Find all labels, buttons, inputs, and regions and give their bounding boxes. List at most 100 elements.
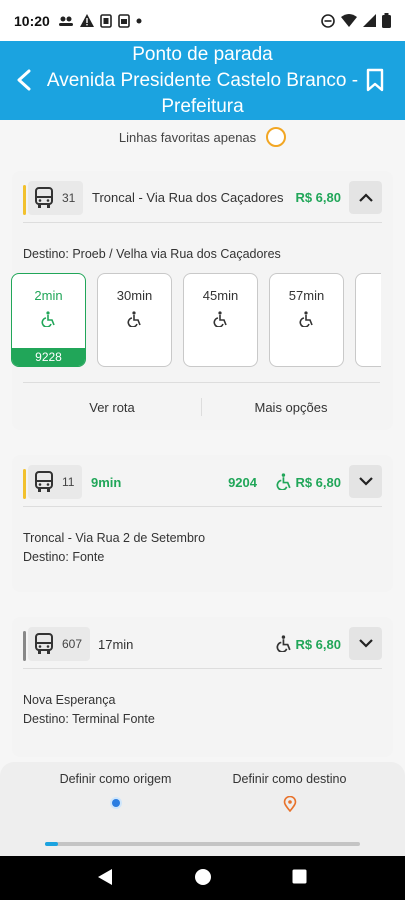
line-actions: Ver rota Mais opções bbox=[23, 392, 380, 422]
nav-home-button[interactable] bbox=[194, 868, 212, 891]
arrival-time: 2min bbox=[34, 288, 63, 303]
line-badge: 11 bbox=[28, 465, 83, 499]
chevron-down-icon bbox=[358, 639, 373, 648]
set-destination-button[interactable]: Definir como destino bbox=[212, 772, 367, 813]
line-card-header[interactable]: 11 9min 9204 R$ 6,80 bbox=[12, 455, 393, 509]
wheelchair-icon bbox=[276, 635, 293, 657]
arrival-time: 30min bbox=[116, 288, 153, 303]
view-route-button[interactable]: Ver rota bbox=[23, 400, 201, 415]
line-number: 31 bbox=[62, 191, 76, 205]
divider bbox=[23, 668, 382, 669]
more-options-button[interactable]: Mais opções bbox=[202, 400, 380, 415]
destination-text: Destino: Fonte bbox=[23, 550, 105, 564]
line-badge: 607 bbox=[28, 627, 91, 661]
arrival-card[interactable]: 45min bbox=[183, 273, 258, 367]
route-description: Troncal - Via Rua 2 de Setembro bbox=[23, 531, 206, 545]
nav-recents-button[interactable] bbox=[292, 869, 307, 889]
eta-text: 9min bbox=[91, 475, 122, 490]
sync-icon bbox=[100, 13, 112, 28]
fare-price: R$ 6,80 bbox=[295, 190, 341, 205]
line-card-header[interactable]: 31 Troncal - Via Rua dos Caçadores R$ 6,… bbox=[12, 171, 393, 225]
alert-icon bbox=[79, 14, 94, 27]
dot-icon bbox=[136, 18, 142, 23]
route-name: Troncal - Via Rua dos Caçadores bbox=[92, 190, 284, 205]
set-origin-label: Definir como origem bbox=[59, 772, 172, 786]
triangle-back-icon bbox=[98, 869, 112, 885]
line-accent bbox=[23, 469, 26, 499]
bookmark-button[interactable] bbox=[365, 68, 389, 92]
title-line-2: Avenida Presidente Castelo Branco - bbox=[46, 69, 359, 91]
fare-price: R$ 6,80 bbox=[295, 637, 341, 652]
wheelchair-icon bbox=[299, 311, 315, 332]
location-pin-icon bbox=[283, 795, 297, 813]
status-system-icons bbox=[321, 13, 391, 28]
expand-button[interactable] bbox=[349, 465, 382, 498]
line-number: 11 bbox=[62, 475, 75, 489]
arrow-left-icon bbox=[17, 69, 31, 91]
wheelchair-icon bbox=[276, 473, 293, 495]
wheelchair-icon bbox=[127, 311, 143, 332]
title-line-1: Ponto de parada bbox=[132, 43, 273, 65]
arrival-times-list[interactable]: 2min 9228 30min 45min 57min bbox=[11, 273, 381, 368]
page-title: Ponto de parada Avenida Presidente Caste… bbox=[47, 42, 358, 120]
route-description: Nova Esperança bbox=[23, 693, 116, 707]
back-button[interactable] bbox=[10, 66, 38, 94]
arrival-time: 57min bbox=[288, 288, 325, 303]
line-accent bbox=[23, 185, 26, 215]
app-header: Ponto de parada Avenida Presidente Caste… bbox=[0, 41, 405, 120]
arrival-card[interactable]: 30min bbox=[97, 273, 172, 367]
title-line-3: Prefeitura bbox=[161, 95, 244, 117]
scroll-indicator-fill bbox=[45, 842, 58, 846]
destination-text: Destino: Terminal Fonte bbox=[23, 712, 155, 726]
chevron-down-icon bbox=[358, 477, 373, 486]
nav-back-button[interactable] bbox=[97, 868, 113, 891]
circle-home-icon bbox=[195, 869, 211, 885]
line-accent bbox=[23, 631, 26, 661]
status-time: 10:20 bbox=[14, 12, 50, 29]
signal-icon bbox=[363, 14, 376, 27]
chevron-up-icon bbox=[358, 193, 373, 202]
divider bbox=[23, 506, 382, 507]
collapse-button[interactable] bbox=[349, 181, 382, 214]
square-recents-icon bbox=[292, 869, 307, 884]
bookmark-icon bbox=[366, 68, 384, 92]
wifi-icon bbox=[341, 14, 357, 27]
status-notification-icons bbox=[58, 13, 142, 28]
status-bar: 10:20 bbox=[0, 0, 405, 41]
vehicle-code: 9228 bbox=[12, 348, 85, 366]
wheelchair-icon bbox=[41, 311, 57, 332]
arrival-card[interactable]: 57min bbox=[269, 273, 344, 367]
line-card-11: 11 9min 9204 R$ 6,80 Troncal - Via Rua 2… bbox=[12, 455, 393, 592]
scroll-indicator bbox=[45, 842, 360, 846]
line-card-header[interactable]: 607 17min R$ 6,80 bbox=[12, 617, 393, 671]
set-origin-button[interactable]: Definir como origem bbox=[38, 772, 193, 810]
eta-text: 17min bbox=[98, 637, 134, 652]
stop-actions-panel: Definir como origem Definir como destino bbox=[0, 762, 405, 856]
arrival-card[interactable]: 2min 9228 bbox=[11, 273, 86, 367]
system-nav-bar bbox=[0, 856, 405, 900]
bus-icon bbox=[35, 633, 53, 654]
battery-icon bbox=[382, 13, 391, 28]
expand-button[interactable] bbox=[349, 627, 382, 660]
vehicle-code: 9204 bbox=[228, 475, 257, 490]
dnd-icon bbox=[321, 13, 335, 28]
bus-icon bbox=[35, 471, 53, 492]
set-destination-label: Definir como destino bbox=[232, 772, 347, 786]
favorites-filter: Linhas favoritas apenas bbox=[0, 124, 405, 150]
wheelchair-icon bbox=[213, 311, 229, 332]
favorites-toggle[interactable] bbox=[266, 127, 287, 147]
destination-text: Destino: Proeb / Velha via Rua dos Caçad… bbox=[23, 247, 281, 261]
group-icon bbox=[58, 16, 73, 26]
divider bbox=[23, 382, 380, 383]
bus-icon bbox=[35, 187, 53, 208]
divider bbox=[23, 222, 382, 223]
sim-icon bbox=[118, 13, 130, 28]
favorites-label: Linhas favoritas apenas bbox=[118, 129, 257, 145]
fare-price: R$ 6,80 bbox=[295, 475, 341, 490]
arrival-time: 45min bbox=[202, 288, 239, 303]
line-card-607: 607 17min R$ 6,80 Nova Esperança Destino… bbox=[12, 617, 393, 757]
line-number: 607 bbox=[62, 637, 83, 651]
origin-dot-icon bbox=[109, 796, 123, 810]
arrival-card[interactable] bbox=[355, 273, 381, 367]
line-badge: 31 bbox=[28, 181, 84, 215]
